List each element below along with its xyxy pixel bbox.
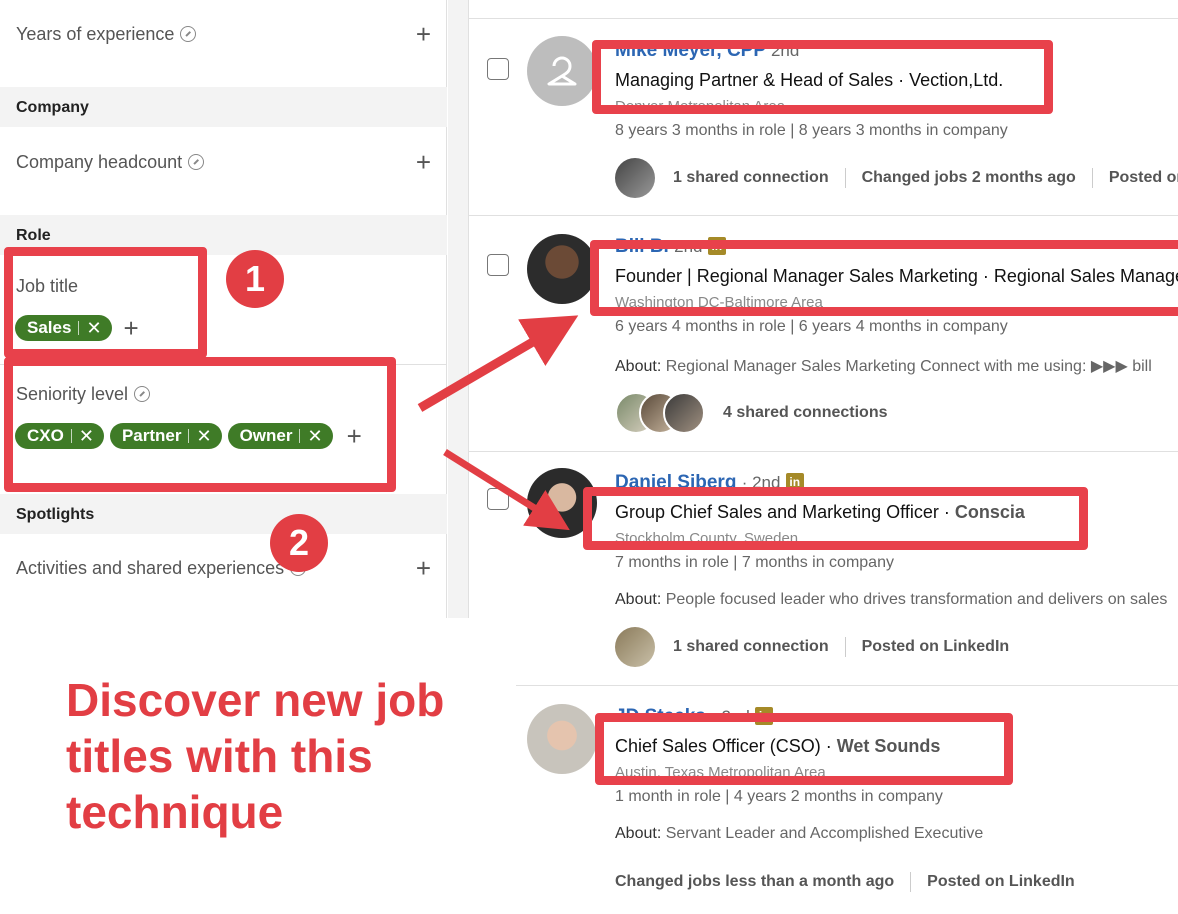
arrow-to-headline-2 bbox=[417, 315, 579, 412]
arrow-to-headline-3 bbox=[443, 449, 570, 531]
promo-headline: Discover new job titles with this techni… bbox=[66, 674, 445, 838]
screenshot-root: Years of experience + Company Company he… bbox=[0, 0, 1178, 914]
